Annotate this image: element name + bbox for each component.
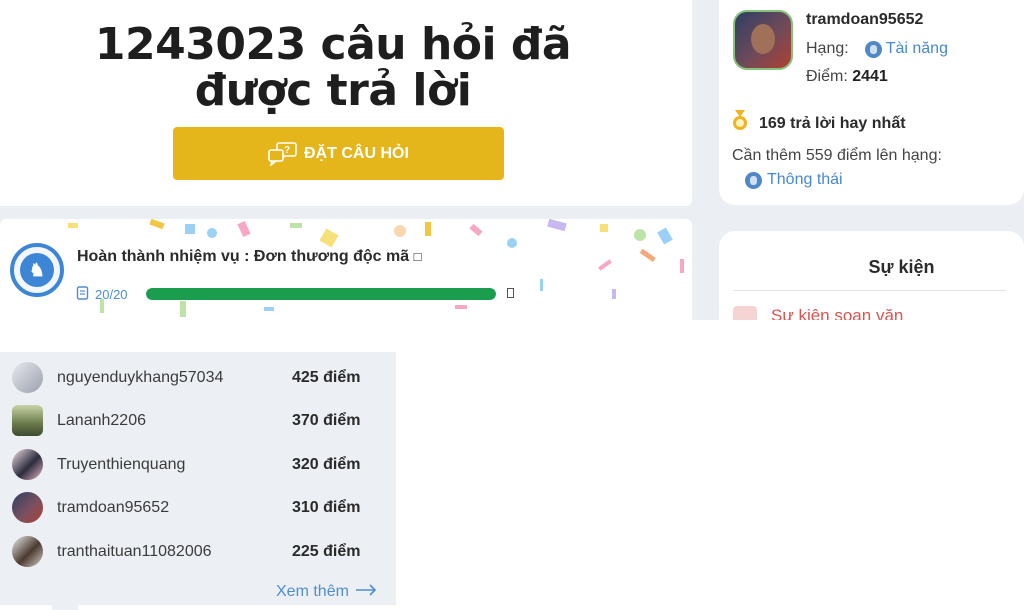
leader-name: Lananh2206 (57, 412, 146, 429)
leader-name: tramdoan95652 (57, 499, 170, 516)
next-rank-value: Thông thái (767, 171, 843, 188)
rank-link[interactable]: Tài năng (864, 40, 948, 58)
see-more-link[interactable]: Xem thêm (276, 583, 377, 601)
ask-question-label: ĐẶT CÂU HỎI (304, 144, 409, 162)
best-answers-text: 169 trả lời hay nhất (759, 114, 906, 132)
leader-score: 225 điểm (292, 543, 361, 560)
event-flag-icon (733, 306, 757, 320)
leader-name: nguyenduykhang57034 (57, 369, 224, 386)
profile-rank: Hạng: Tài năng (806, 40, 948, 58)
events-divider (733, 290, 1006, 291)
next-rank-medal-icon (745, 171, 762, 189)
knight-chess-icon: ♞ (20, 253, 54, 287)
leader-avatar (12, 449, 43, 480)
document-icon (76, 286, 90, 303)
mission-title: Hoàn thành nhiệm vụ : Đơn thương độc mã … (77, 248, 421, 266)
profile-username[interactable]: tramdoan95652 (806, 11, 923, 29)
leaderboard-row[interactable]: Truyenthienquang 320 điểm (0, 448, 396, 482)
ask-question-icon: ? (268, 141, 298, 166)
leader-score: 370 điểm (292, 412, 361, 429)
leader-score: 425 điểm (292, 369, 361, 386)
leader-avatar (12, 362, 43, 393)
leaderboard-row[interactable]: nguyenduykhang57034 425 điểm (0, 361, 396, 395)
mission-progress-fill (146, 288, 496, 300)
mission-badge: ♞ (10, 243, 64, 297)
mission-progress-text: 20/20 (95, 287, 128, 302)
event-item-label: Sự kiện soạn văn (771, 306, 904, 320)
best-answers: 169 trả lời hay nhất (731, 110, 906, 137)
next-rank-link[interactable]: Thông thái (745, 171, 843, 189)
mission-progress: 20/20 (76, 286, 128, 303)
rank-value: Tài năng (885, 40, 948, 57)
heading-line-1: 1243023 câu hỏi đã (94, 19, 572, 70)
heading-line-2: được trả lời (194, 65, 472, 116)
medal-icon (731, 110, 749, 137)
user-avatar[interactable] (733, 10, 793, 70)
ask-question-button[interactable]: ? ĐẶT CÂU HỎI (173, 127, 504, 180)
svg-text:?: ? (284, 145, 290, 156)
event-item[interactable]: Sự kiện soạn văn (733, 306, 903, 320)
leader-name: tranthaituan11082006 (57, 543, 212, 560)
leader-avatar (12, 405, 43, 436)
confetti-decoration (68, 219, 684, 317)
hero-card: 1243023 câu hỏi đã được trả lời ? ĐẶT CÂ… (0, 0, 692, 206)
arrow-right-icon (355, 583, 377, 601)
leader-avatar (12, 492, 43, 523)
leader-avatar (12, 536, 43, 567)
events-title: Sự kiện (868, 257, 935, 277)
rank-medal-icon (864, 40, 882, 58)
leaderboard-row[interactable]: tranthaituan11082006 225 điểm (0, 535, 396, 569)
mission-progress-bar (146, 288, 496, 300)
next-rank-requirement: Cần thêm 559 điểm lên hạng: (732, 147, 942, 164)
see-more-label: Xem thêm (276, 583, 349, 600)
mission-title-text: Hoàn thành nhiệm vụ : Đơn thương độc mã (77, 248, 410, 265)
points-value: 2441 (852, 68, 888, 85)
leader-score: 310 điểm (292, 499, 361, 516)
answered-count-heading: 1243023 câu hỏi đã được trả lời (0, 22, 666, 114)
mission-title-suffix: □ (413, 249, 422, 264)
mission-card (0, 219, 692, 320)
rank-label: Hạng: (806, 40, 849, 57)
panel-tab-decoration (52, 605, 78, 610)
reward-box-icon (507, 288, 514, 298)
leaderboard-row[interactable]: Lananh2206 370 điểm (0, 404, 396, 438)
leaderboard-row[interactable]: tramdoan95652 310 điểm (0, 491, 396, 525)
profile-points: Điểm: 2441 (806, 68, 888, 86)
leader-score: 320 điểm (292, 456, 361, 473)
points-label: Điểm: (806, 68, 848, 85)
leader-name: Truyenthienquang (57, 456, 186, 473)
